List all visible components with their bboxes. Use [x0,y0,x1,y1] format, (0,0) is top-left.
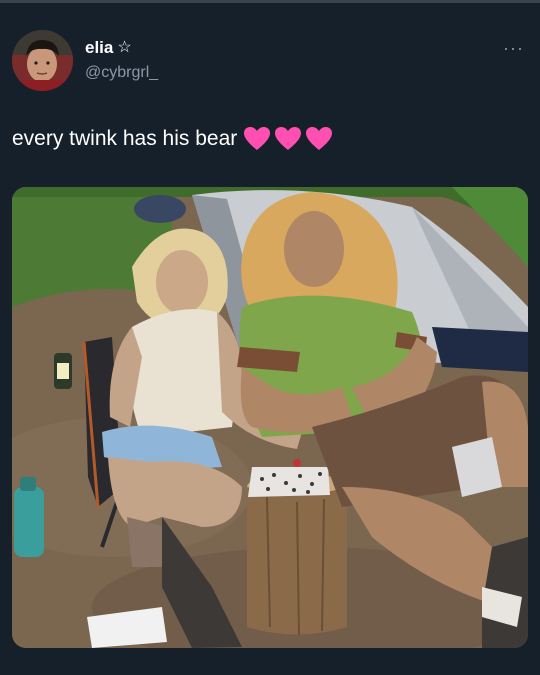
pink-heart-icon [275,127,302,150]
pink-heart-icon [244,127,271,150]
emoji-group [243,126,333,152]
tweet-card[interactable]: elia ☆ @cybrgrl_ ··· every twink has his… [0,0,540,675]
display-name[interactable]: elia [85,38,113,58]
tweet-text: every twink has his bear [12,126,333,152]
star-icon: ☆ [117,39,132,56]
pink-heart-icon [306,127,333,150]
user-handle[interactable]: @cybrgrl_ [85,64,158,82]
tweet-body: every twink has his bear [12,127,238,150]
media-illustration [12,187,528,648]
avatar[interactable] [12,30,73,91]
more-icon[interactable]: ··· [503,38,524,59]
bottom-divider [0,663,540,675]
avatar-image [12,30,73,91]
tweet-media-image[interactable] [12,187,528,648]
author-name-row: elia ☆ [85,38,132,58]
